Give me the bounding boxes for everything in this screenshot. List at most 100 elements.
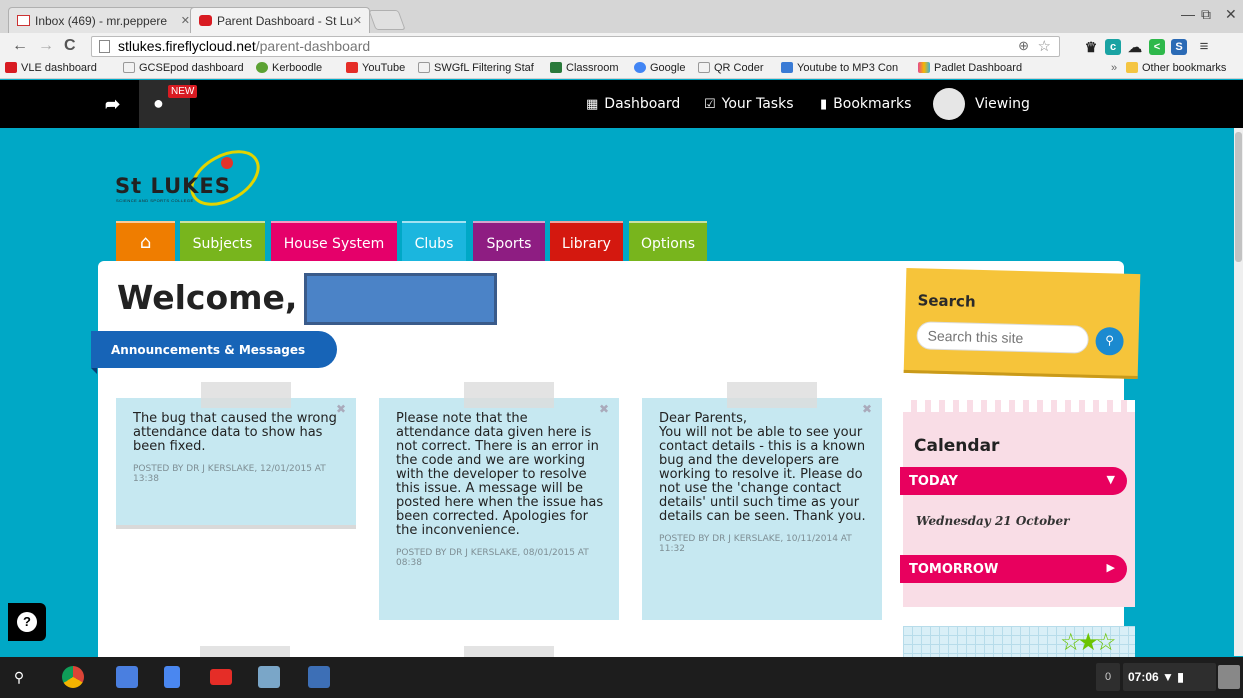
note-message: The bug that caused the wrong attendance… [133, 411, 337, 454]
user-photo[interactable] [1218, 665, 1240, 689]
bookmark-star-icon[interactable]: ☆ [1038, 37, 1051, 55]
tab-house-system[interactable]: House System [271, 221, 397, 261]
tab-clubs[interactable]: Clubs [402, 221, 466, 261]
bookmark-gcsepod[interactable]: GCSEpod dashboard [123, 62, 244, 74]
close-tab-icon[interactable]: ✕ [353, 14, 362, 27]
app-icon[interactable] [308, 666, 330, 688]
system-tray[interactable]: 07:06 ▼ ▮ [1123, 663, 1216, 691]
checkbox-icon: ☑ [704, 97, 716, 112]
dismiss-icon[interactable]: ✖ [336, 402, 346, 416]
tab-options[interactable]: Options [629, 221, 707, 261]
bookmark-qr-coder[interactable]: QR Coder [698, 62, 764, 74]
kerboodle-icon [256, 62, 268, 73]
page-scrollbar[interactable] [1234, 128, 1243, 656]
search-input[interactable] [916, 321, 1089, 354]
home-icon: ⌂ [139, 232, 152, 253]
bookmark-youtube[interactable]: YouTube [346, 62, 405, 74]
home-tab[interactable]: ⌂ [116, 221, 175, 261]
close-tab-icon[interactable]: ✕ [181, 14, 190, 27]
ribbon-fold [91, 368, 97, 374]
bookmark-vle-dashboard[interactable]: VLE dashboard [5, 62, 97, 74]
url-path: /parent-dashboard [255, 38, 371, 54]
nav-viewing[interactable]: Viewing [975, 96, 1030, 112]
lightbulb-icon: ● [153, 93, 164, 113]
nav-bookmarks[interactable]: ▮ Bookmarks [820, 96, 911, 112]
tab-title: Parent Dashboard - St Lu [217, 14, 354, 28]
welcome-heading: Welcome, [117, 278, 298, 317]
bookmark-classroom[interactable]: Classroom [550, 62, 619, 74]
bookmark-icon: ▮ [820, 97, 828, 112]
reload-icon[interactable]: C [64, 37, 76, 55]
tape [727, 382, 817, 408]
bookmarks-overflow[interactable]: » [1111, 62, 1117, 74]
chrome-icon[interactable] [62, 666, 84, 688]
stars-icon: ☆★☆ [1060, 629, 1117, 656]
extension-s-icon[interactable]: S [1171, 39, 1187, 55]
forward-icon[interactable]: → [38, 37, 54, 55]
notification-count[interactable]: 0 [1096, 663, 1120, 691]
school-name: St LUKES [115, 174, 231, 198]
page-icon [99, 40, 110, 53]
launcher-search-icon[interactable]: ⚲ [8, 666, 30, 688]
dismiss-icon[interactable]: ✖ [862, 402, 872, 416]
new-badge: NEW [168, 85, 198, 98]
search-icon[interactable]: ⚲ [1095, 326, 1124, 356]
youtube-icon [346, 62, 358, 73]
help-icon[interactable]: ? [17, 612, 37, 632]
new-tab-button[interactable] [368, 10, 406, 30]
menu-icon[interactable]: ≡ [1196, 39, 1212, 55]
note-message: Please note that the attendance data giv… [396, 411, 604, 538]
chevron-down-icon: ▼ [1106, 473, 1115, 486]
tab-sports[interactable]: Sports [473, 221, 545, 261]
tab-inbox[interactable]: Inbox (469) - mr.peppere ✕ [8, 7, 198, 33]
extension-c-icon[interactable]: c [1105, 39, 1121, 55]
close-window-icon[interactable]: ✕ [1225, 6, 1237, 23]
firefly-icon [199, 15, 212, 26]
nav-dashboard[interactable]: ▦ Dashboard [586, 96, 680, 112]
docs-icon[interactable] [164, 666, 180, 688]
folder-icon [1126, 62, 1138, 73]
bookmark-swgfl[interactable]: SWGfL Filtering Staf [418, 62, 534, 74]
nav-your-tasks[interactable]: ☑ Your Tasks [704, 96, 794, 112]
firefly-logo-icon[interactable]: ➦ [105, 94, 120, 115]
whats-new-button[interactable]: ● NEW [139, 80, 198, 128]
calendar-tomorrow-toggle[interactable]: TOMORROW ▶ [900, 555, 1127, 583]
dismiss-icon[interactable]: ✖ [599, 402, 609, 416]
back-icon[interactable]: ← [12, 37, 28, 55]
bookmark-youtube-mp3[interactable]: Youtube to MP3 Con [781, 62, 898, 74]
minimize-icon[interactable]: — [1181, 6, 1195, 22]
gmail-icon [17, 15, 30, 26]
bookmark-padlet[interactable]: Padlet Dashboard [918, 62, 1022, 74]
note-shadow [116, 525, 356, 529]
browser-toolbar: ← → C stlukes.fireflycloud.net/parent-da… [0, 33, 1243, 59]
note-posted: POSTED BY DR J KERSLAKE, 12/01/2015 AT 1… [133, 464, 326, 484]
zoom-icon[interactable]: ⊕ [1018, 38, 1029, 54]
calendar-today-date: Wednesday 21 October [916, 514, 1070, 528]
bookmarks-bar: VLE dashboard GCSEpod dashboard Kerboodl… [0, 59, 1243, 79]
scrollbar-thumb[interactable] [1235, 132, 1242, 262]
youtube-icon[interactable] [210, 669, 232, 685]
extension-crown-icon[interactable]: ♛ [1083, 39, 1099, 55]
share-icon[interactable]: < [1149, 39, 1165, 55]
google-plus-icon[interactable] [116, 666, 138, 688]
google-icon [634, 62, 646, 73]
calendar-today-toggle[interactable]: TODAY ▼ [900, 467, 1127, 495]
tab-parent-dashboard[interactable]: Parent Dashboard - St Lu ✕ [190, 7, 370, 33]
tab-subjects[interactable]: Subjects [180, 221, 265, 261]
browser-tab-strip: Inbox (469) - mr.peppere ✕ Parent Dashbo… [0, 0, 1243, 33]
page-icon [698, 62, 710, 73]
school-logo[interactable]: St LUKES SCIENCE AND SPORTS COLLEGE [115, 146, 275, 210]
remote-desktop-icon[interactable] [258, 666, 280, 688]
address-bar[interactable]: stlukes.fireflycloud.net/parent-dashboar… [91, 36, 1060, 57]
cloud-icon[interactable]: ☁ [1127, 39, 1143, 55]
redacted-name [304, 273, 497, 325]
search-title: Search [917, 291, 976, 311]
tape [201, 382, 291, 408]
other-bookmarks[interactable]: Other bookmarks [1126, 62, 1226, 74]
maximize-icon[interactable]: ⧉ [1201, 6, 1211, 23]
avatar[interactable] [933, 88, 965, 120]
page-icon [123, 62, 135, 73]
bookmark-kerboodle[interactable]: Kerboodle [256, 62, 322, 74]
bookmark-google[interactable]: Google [634, 62, 685, 74]
tab-library[interactable]: Library [550, 221, 623, 261]
